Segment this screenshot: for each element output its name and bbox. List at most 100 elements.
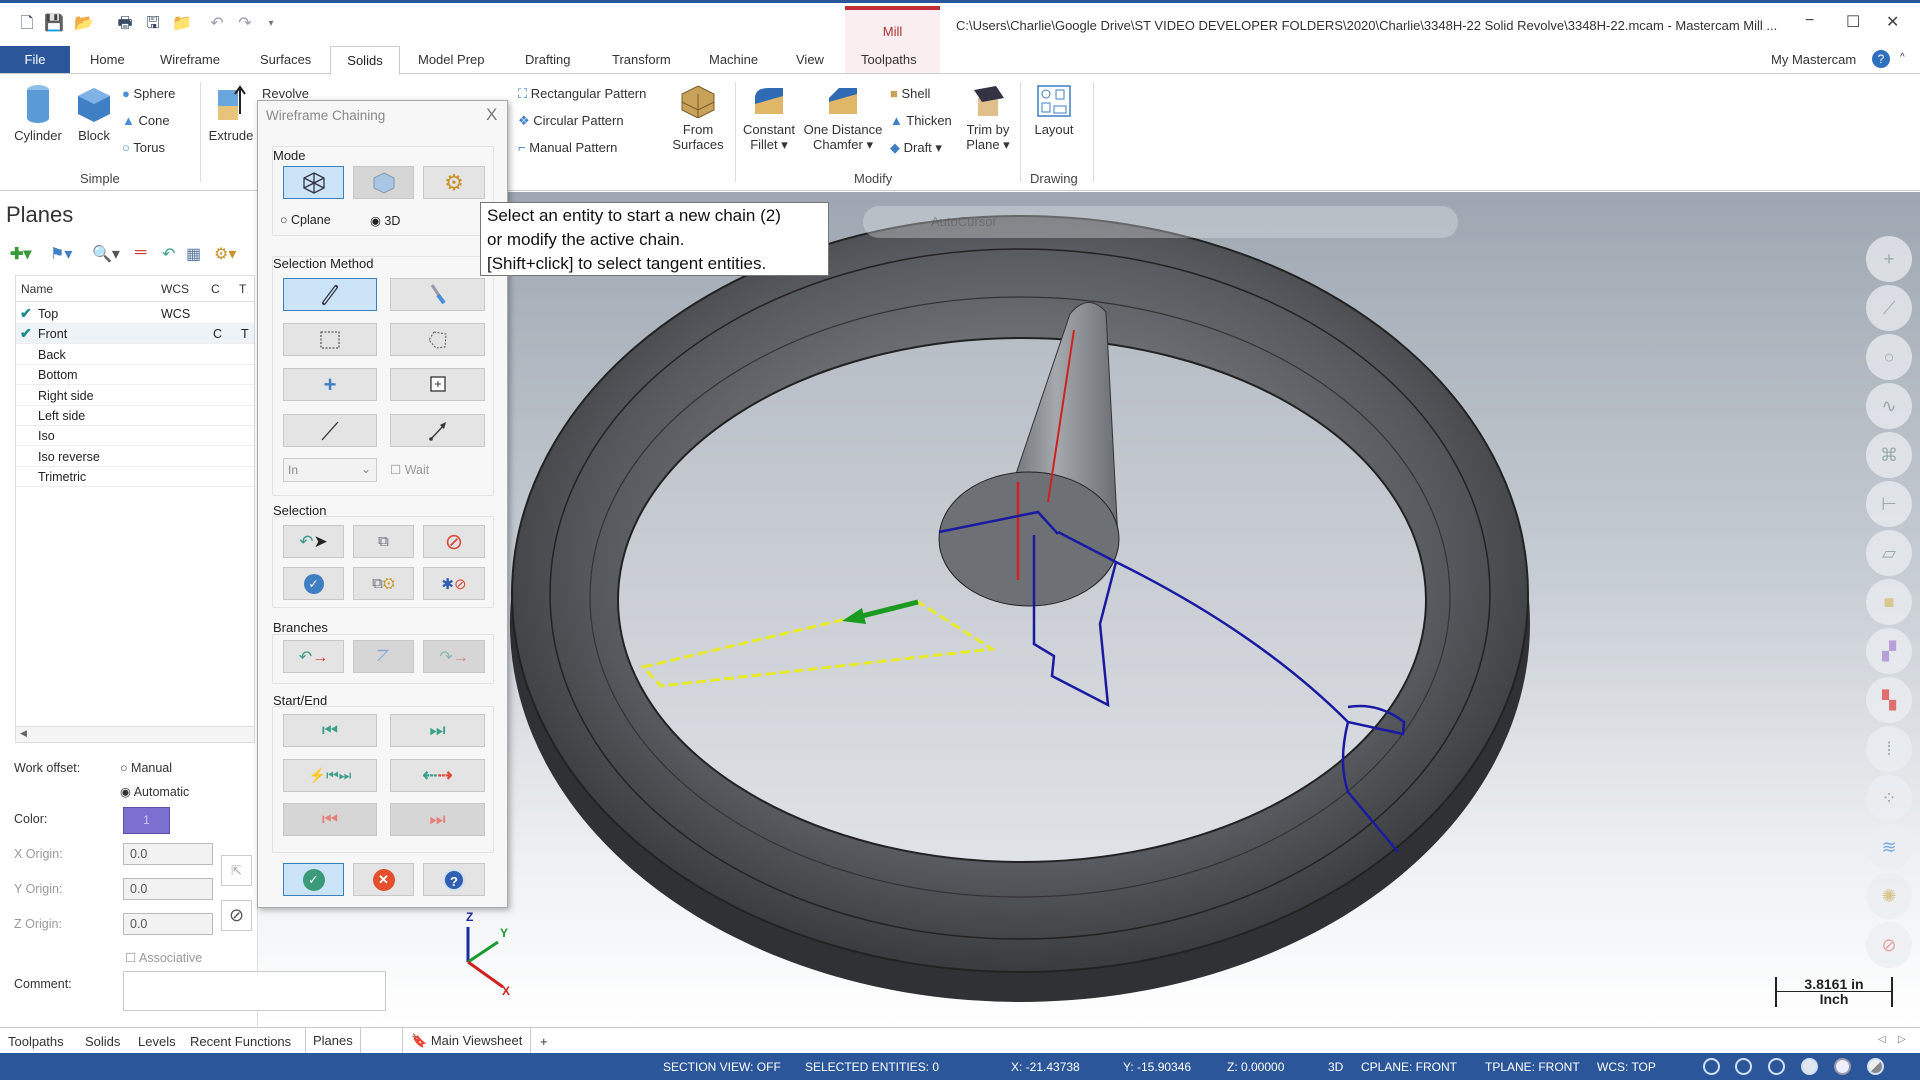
start-back-button[interactable]: ⏮: [283, 803, 377, 836]
manual-radio[interactable]: ○ Manual: [120, 761, 172, 775]
z-coordinate[interactable]: Z: 0.00000: [1227, 1060, 1284, 1074]
tab-solids-panel[interactable]: Solids: [85, 1034, 120, 1049]
color-swatch[interactable]: 1: [123, 807, 170, 834]
tab-surfaces[interactable]: Surfaces: [260, 52, 311, 67]
ok-button[interactable]: ✓: [283, 863, 344, 896]
branch-back-button[interactable]: ↶→: [283, 640, 344, 673]
table-row[interactable]: Iso reverse: [16, 447, 254, 467]
window-select-button[interactable]: [283, 323, 377, 356]
mode-3d-status[interactable]: 3D: [1328, 1060, 1343, 1074]
trim-by-plane-button[interactable]: Trim by Plane ▾: [960, 84, 1016, 152]
column-wcs[interactable]: WCS: [161, 282, 189, 296]
tab-drafting[interactable]: Drafting: [525, 52, 571, 67]
collapse-ribbon-icon[interactable]: ^: [1900, 52, 1905, 63]
end-forward-button[interactable]: ⏭: [390, 803, 485, 836]
constant-fillet-button[interactable]: Constant Fillet ▾: [738, 84, 800, 152]
save-icon[interactable]: 💾: [44, 15, 64, 33]
comment-input[interactable]: [123, 971, 386, 1011]
horizontal-scrollbar[interactable]: ◀: [16, 726, 254, 742]
clear-selection-button[interactable]: ⊘: [423, 525, 485, 558]
select-origin-button[interactable]: ⇱: [221, 855, 252, 886]
tab-home[interactable]: Home: [90, 52, 125, 67]
sphere-button[interactable]: ● Sphere: [122, 86, 175, 101]
shaded-sphere-icon[interactable]: [1801, 1058, 1818, 1075]
cone-button[interactable]: ▲ Cone: [122, 113, 170, 128]
rectangular-pattern-button[interactable]: ⛶ Rectangular Pattern: [518, 86, 646, 102]
wcs-status[interactable]: WCS: TOP: [1597, 1060, 1656, 1074]
vector-select-button[interactable]: [390, 414, 485, 447]
nav-circle-icon[interactable]: ○: [1866, 334, 1912, 380]
block-button[interactable]: Block: [72, 84, 116, 143]
nav-analyze-icon[interactable]: ⁞: [1866, 726, 1912, 772]
section-view-status[interactable]: SECTION VIEW: OFF: [663, 1060, 781, 1074]
autocursor-label[interactable]: AutoCursor: [931, 214, 997, 229]
translucent-sphere-icon[interactable]: [1834, 1058, 1851, 1075]
one-distance-chamfer-button[interactable]: One Distance Chamfer ▾: [800, 84, 886, 152]
single-select-button[interactable]: +: [283, 368, 377, 401]
wireframe-display-icon[interactable]: [1703, 1058, 1720, 1075]
dialog-close-button[interactable]: X: [486, 105, 497, 125]
dynamic-start-end-button[interactable]: ⚡⏮⏭: [283, 759, 377, 792]
scroll-right-icon[interactable]: ▷: [1898, 1034, 1906, 1045]
associative-checkbox[interactable]: ☐ Associative: [125, 950, 202, 965]
floating-selection-toolbar[interactable]: AutoCursor: [863, 206, 1458, 238]
nav-cancel-icon[interactable]: ⊘: [1866, 922, 1912, 968]
tab-view[interactable]: View: [796, 52, 824, 67]
add-viewsheet-button[interactable]: +: [540, 1034, 548, 1049]
nav-settings-icon[interactable]: ✺: [1866, 873, 1912, 919]
area-select-button[interactable]: [390, 368, 485, 401]
chain-button[interactable]: [283, 278, 377, 311]
add-plane-icon[interactable]: ✚▾: [10, 244, 31, 264]
chain-feature-options-button[interactable]: ⧉⚙: [353, 567, 414, 600]
inside-mode-dropdown[interactable]: In ⌄: [283, 458, 377, 482]
nav-remove-icon[interactable]: ▚: [1866, 677, 1912, 723]
table-row[interactable]: ✔ Front C T: [16, 324, 254, 345]
nav-grid-icon[interactable]: ⁘: [1866, 775, 1912, 821]
nav-point-icon[interactable]: +: [1866, 236, 1912, 282]
nav-boolean-icon[interactable]: ▞: [1866, 628, 1912, 674]
table-row[interactable]: Iso: [16, 426, 254, 447]
tab-toolpaths-panel[interactable]: Toolpaths: [8, 1034, 64, 1049]
redo-icon[interactable]: ↷: [236, 15, 254, 33]
nav-shape-icon[interactable]: ⌘: [1866, 432, 1912, 478]
branch-forward-button[interactable]: ↷→: [423, 640, 485, 673]
z-origin-input[interactable]: 0.0: [123, 913, 213, 935]
tab-main-viewsheet[interactable]: 🔖 Main Viewsheet: [402, 1028, 532, 1054]
table-row[interactable]: Back: [16, 345, 254, 365]
thicken-button[interactable]: ▲ Thicken: [890, 113, 952, 128]
circular-pattern-button[interactable]: ❖ Circular Pattern: [518, 113, 624, 129]
new-file-icon[interactable]: 🗋: [18, 15, 36, 33]
draft-button[interactable]: ◆ Draft ▾: [890, 140, 942, 156]
torus-button[interactable]: ○ Torus: [122, 140, 165, 155]
tab-planes-panel[interactable]: Planes: [305, 1028, 361, 1054]
wait-checkbox[interactable]: ☐ Wait: [390, 462, 429, 477]
nav-dimension-icon[interactable]: ⊢: [1866, 481, 1912, 527]
print-icon[interactable]: 🖶: [116, 15, 134, 33]
help-button[interactable]: ?: [423, 863, 485, 896]
cylinder-button[interactable]: Cylinder: [12, 84, 64, 143]
column-name[interactable]: Name: [21, 282, 53, 296]
save-as-icon[interactable]: 🖫: [144, 15, 162, 33]
apply-selection-button[interactable]: ✓: [283, 567, 344, 600]
clear-origin-button[interactable]: ⊘: [221, 900, 252, 931]
reverse-chain-button[interactable]: ⇠⇢: [390, 759, 485, 792]
tab-file[interactable]: File: [0, 46, 70, 74]
tab-solids[interactable]: Solids: [330, 46, 400, 75]
maximize-button[interactable]: ☐: [1846, 12, 1860, 32]
cancel-button[interactable]: ✕: [353, 863, 414, 896]
table-row[interactable]: Right side: [16, 386, 254, 406]
nav-surface-icon[interactable]: ▱: [1866, 530, 1912, 576]
scroll-left-icon[interactable]: ◁: [1878, 1034, 1886, 1045]
tplane-status[interactable]: TPLANE: FRONT: [1485, 1060, 1580, 1074]
equal-icon[interactable]: ═: [135, 244, 146, 262]
column-c[interactable]: C: [211, 282, 220, 296]
move-end-button[interactable]: ⏭: [390, 714, 485, 747]
shaded-display-icon[interactable]: [1735, 1058, 1752, 1075]
table-row[interactable]: Trimetric: [16, 467, 254, 488]
hidden-display-icon[interactable]: [1768, 1058, 1785, 1075]
solid-mode-button[interactable]: [353, 166, 414, 199]
find-icon[interactable]: 🔍▾: [92, 244, 120, 264]
table-row[interactable]: ✔ Top WCS: [16, 304, 254, 324]
settings-gear-icon[interactable]: ⚙▾: [214, 244, 236, 264]
tab-toolpaths[interactable]: Toolpaths: [861, 52, 917, 67]
